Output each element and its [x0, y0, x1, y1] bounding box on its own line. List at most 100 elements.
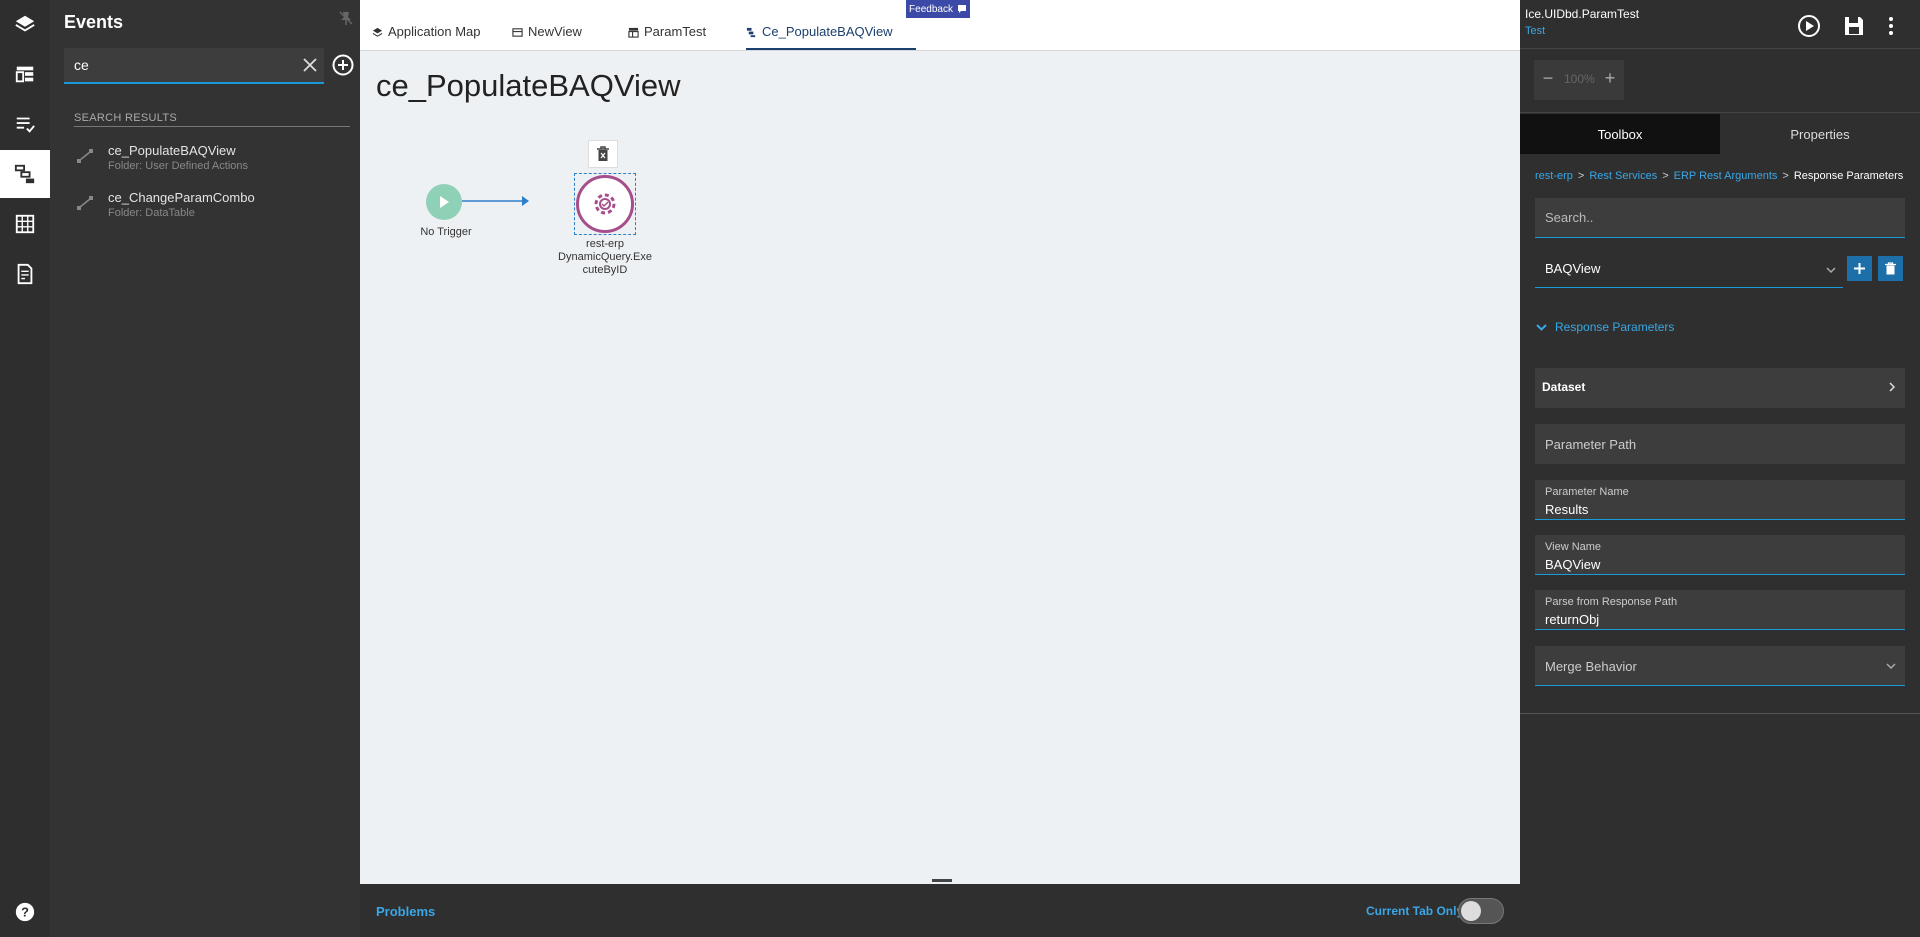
- flow-icon: [746, 27, 756, 38]
- add-item-button[interactable]: [1847, 256, 1872, 281]
- results-divider: [74, 126, 350, 127]
- nav-rail: ?: [0, 0, 50, 937]
- tab-properties[interactable]: Properties: [1720, 114, 1920, 154]
- divider: [1520, 112, 1920, 113]
- flow-connector[interactable]: [462, 191, 530, 211]
- view-select-value: BAQView: [1545, 261, 1601, 276]
- breadcrumb-current: Response Parameters: [1793, 170, 1904, 182]
- field-label: View Name: [1545, 541, 1602, 553]
- gear-icon: [594, 193, 616, 215]
- delete-item-button[interactable]: [1878, 256, 1903, 281]
- breadcrumb-item[interactable]: ERP Rest Arguments: [1674, 170, 1778, 182]
- search-result-item[interactable]: ce_ChangeParamCombo Folder: DataTable: [74, 190, 354, 226]
- zoom-out-icon[interactable]: −: [1540, 69, 1556, 87]
- breadcrumb-item[interactable]: rest-erp: [1535, 170, 1573, 182]
- widget-label: rest-erp DynamicQuery.Exe cuteByID: [555, 238, 655, 277]
- parse-response-path-field[interactable]: Parse from Response Path returnObj: [1535, 590, 1905, 630]
- breadcrumb-separator: >: [1577, 170, 1585, 182]
- grid-icon: [15, 214, 35, 234]
- toolbox-search-input[interactable]: [1535, 198, 1895, 236]
- chevron-down-icon: [1536, 323, 1547, 331]
- run-icon[interactable]: [1797, 14, 1821, 38]
- save-icon[interactable]: [1842, 14, 1866, 38]
- tab-label: Application Map: [388, 24, 481, 39]
- problems-link[interactable]: Problems: [376, 904, 435, 919]
- widget-label-line: rest-erp: [586, 238, 624, 250]
- rail-layout-button[interactable]: [0, 50, 50, 98]
- chevron-down-icon: [1886, 663, 1896, 670]
- rail-checklist-button[interactable]: [0, 100, 50, 148]
- parameter-name-field[interactable]: Parameter Name Results: [1535, 480, 1905, 520]
- designer-canvas-area: Application Map NewView ParamTest Ce_Pop…: [360, 0, 1520, 937]
- page-title: ce_PopulateBAQView: [376, 68, 681, 103]
- toolbox-search-box: [1535, 198, 1905, 238]
- layers-icon: [372, 27, 383, 37]
- merge-behavior-select[interactable]: Merge Behavior: [1535, 646, 1905, 686]
- tab-paramtest[interactable]: ParamTest: [628, 24, 706, 50]
- widget-label-line: DynamicQuery.Exe: [558, 251, 652, 263]
- plus-icon: [1854, 263, 1865, 274]
- tab-label: NewView: [528, 24, 582, 39]
- result-folder: Folder: DataTable: [108, 207, 195, 219]
- breadcrumb-item[interactable]: Rest Services: [1589, 170, 1657, 182]
- chevron-right-icon: [1889, 382, 1896, 392]
- tab-ce-populatebaqview[interactable]: Ce_PopulateBAQView: [746, 24, 916, 50]
- breadcrumb-separator: >: [1782, 170, 1789, 182]
- divider: [1520, 48, 1920, 49]
- events-title: Events: [64, 12, 124, 32]
- more-vertical-icon[interactable]: [1884, 14, 1898, 38]
- view-name-field[interactable]: View Name BAQView: [1535, 535, 1905, 575]
- events-flow-icon: [14, 164, 35, 184]
- field-label: Parameter Name: [1545, 486, 1629, 498]
- feedback-button[interactable]: Feedback: [906, 0, 970, 18]
- event-search-box: [64, 48, 324, 84]
- dataset-row[interactable]: Dataset: [1535, 368, 1905, 408]
- zoom-in-icon[interactable]: +: [1602, 69, 1618, 87]
- field-label: Parse from Response Path: [1545, 596, 1678, 608]
- svg-text:?: ?: [21, 905, 29, 920]
- current-tab-only-label: Current Tab Only: [1366, 904, 1464, 918]
- tab-application-map[interactable]: Application Map: [372, 24, 481, 50]
- checklist-icon: [16, 117, 35, 133]
- parameter-path-field[interactable]: Parameter Path: [1535, 424, 1905, 464]
- trash-icon: [597, 146, 609, 161]
- properties-panel: Ice.UIDbd.ParamTest Test − 100% + Toolbo…: [1520, 0, 1920, 937]
- rail-help-button[interactable]: ?: [0, 888, 50, 936]
- app-name: Ice.UIDbd.ParamTest: [1525, 7, 1640, 21]
- zoom-value: 100%: [1564, 72, 1595, 86]
- tab-newview[interactable]: NewView: [512, 24, 582, 50]
- tab-label: ParamTest: [644, 24, 707, 39]
- trigger-node[interactable]: [426, 184, 462, 220]
- current-tab-only-toggle[interactable]: [1458, 898, 1504, 924]
- breadcrumb: rest-erp > Rest Services > ERP Rest Argument…: [1535, 170, 1903, 182]
- event-search-input[interactable]: [64, 48, 284, 82]
- tab-label: Ce_PopulateBAQView: [762, 24, 893, 39]
- delete-node-button[interactable]: [588, 140, 618, 168]
- zoom-control: − 100% +: [1534, 60, 1624, 100]
- rest-erp-widget-node[interactable]: [576, 175, 634, 233]
- unpin-icon[interactable]: [338, 10, 354, 26]
- merge-behavior-placeholder: Merge Behavior: [1545, 659, 1637, 674]
- view-select[interactable]: BAQView: [1535, 250, 1843, 288]
- field-value: returnObj: [1545, 612, 1600, 627]
- rail-layers-button[interactable]: [0, 0, 50, 48]
- breadcrumb-separator: >: [1662, 170, 1669, 182]
- tab-bar: Application Map NewView ParamTest Ce_Pop…: [360, 0, 1520, 51]
- dataset-label: Dataset: [1542, 380, 1586, 394]
- rail-events-button[interactable]: [0, 150, 50, 198]
- response-parameters-header[interactable]: Response Parameters: [1536, 320, 1674, 334]
- chevron-down-icon: [1826, 267, 1836, 274]
- rail-data-button[interactable]: [0, 200, 50, 248]
- tab-toolbox[interactable]: Toolbox: [1520, 114, 1720, 154]
- panel-resize-handle[interactable]: [932, 879, 952, 882]
- rail-document-button[interactable]: [0, 250, 50, 298]
- clear-icon[interactable]: [302, 57, 318, 73]
- result-name: ce_ChangeParamCombo: [108, 190, 255, 205]
- search-results-label: SEARCH RESULTS: [74, 112, 178, 124]
- add-event-icon[interactable]: [332, 54, 354, 76]
- parameter-path-placeholder: Parameter Path: [1545, 437, 1637, 452]
- play-icon: [440, 196, 449, 208]
- widget-label-line: cuteByID: [582, 264, 628, 276]
- app-layer[interactable]: Test: [1525, 25, 1545, 37]
- search-result-item[interactable]: ce_PopulateBAQView Folder: User Defined …: [74, 143, 354, 179]
